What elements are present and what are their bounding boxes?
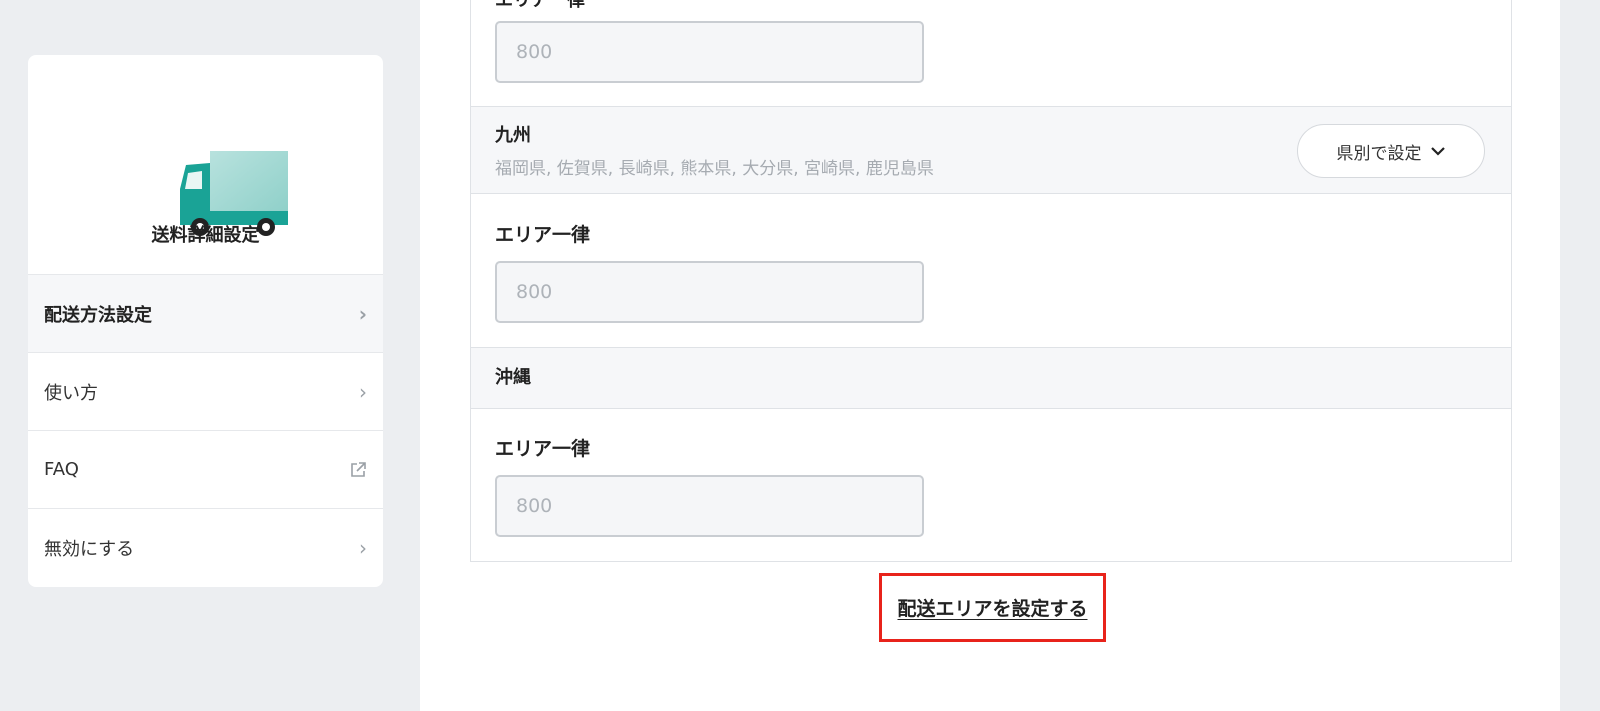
chevron-right-icon: › <box>358 301 367 326</box>
chevron-right-icon: › <box>359 536 367 560</box>
sidebar-item-label: 配送方法設定 <box>44 304 152 326</box>
external-link-icon <box>351 461 366 477</box>
sidebar-card: 送料詳細設定 配送方法設定 › 使い方 › FAQ 無効にする › <box>28 55 383 587</box>
sidebar-item-faq[interactable]: FAQ <box>28 431 383 509</box>
set-by-prefecture-label: 県別で設定 <box>1336 143 1422 164</box>
sidebar-item-disable[interactable]: 無効にする › <box>28 509 383 587</box>
region-header-okinawa: 沖縄 <box>471 347 1511 409</box>
sidebar-item-how-to-use[interactable]: 使い方 › <box>28 353 383 431</box>
set-delivery-area-link[interactable]: 配送エリアを設定する <box>897 594 1087 621</box>
set-by-prefecture-button[interactable]: 県別で設定 <box>1297 124 1485 178</box>
area-uniform-input[interactable]: 800 <box>495 261 924 323</box>
sidebar-item-label: 使い方 <box>44 382 98 404</box>
area-uniform-label: エリア一律 <box>495 0 585 11</box>
region-prefectures: 福岡県, 佐賀県, 長崎県, 熊本県, 大分県, 宮崎県, 鹿児島県 <box>495 159 934 179</box>
region-name: 沖縄 <box>495 367 531 388</box>
sidebar-item-label: FAQ <box>44 459 79 480</box>
chevron-right-icon: › <box>359 379 367 404</box>
chevron-down-icon <box>1430 147 1445 156</box>
sidebar-item-shipping-method[interactable]: 配送方法設定 › <box>28 275 383 353</box>
area-uniform-label: エリア一律 <box>495 438 591 460</box>
sidebar-item-label: 無効にする <box>44 539 135 560</box>
area-uniform-input[interactable]: 800 <box>495 21 924 83</box>
area-uniform-label: エリア一律 <box>495 224 591 246</box>
sidebar-title: 送料詳細設定 <box>151 225 260 246</box>
region-name: 九州 <box>495 125 531 146</box>
area-uniform-input[interactable]: 800 <box>495 475 924 537</box>
set-delivery-area-highlight: 配送エリアを設定する <box>879 573 1106 642</box>
region-header-kyushu: 九州 福岡県, 佐賀県, 長崎県, 熊本県, 大分県, 宮崎県, 鹿児島県 県別… <box>471 106 1511 194</box>
